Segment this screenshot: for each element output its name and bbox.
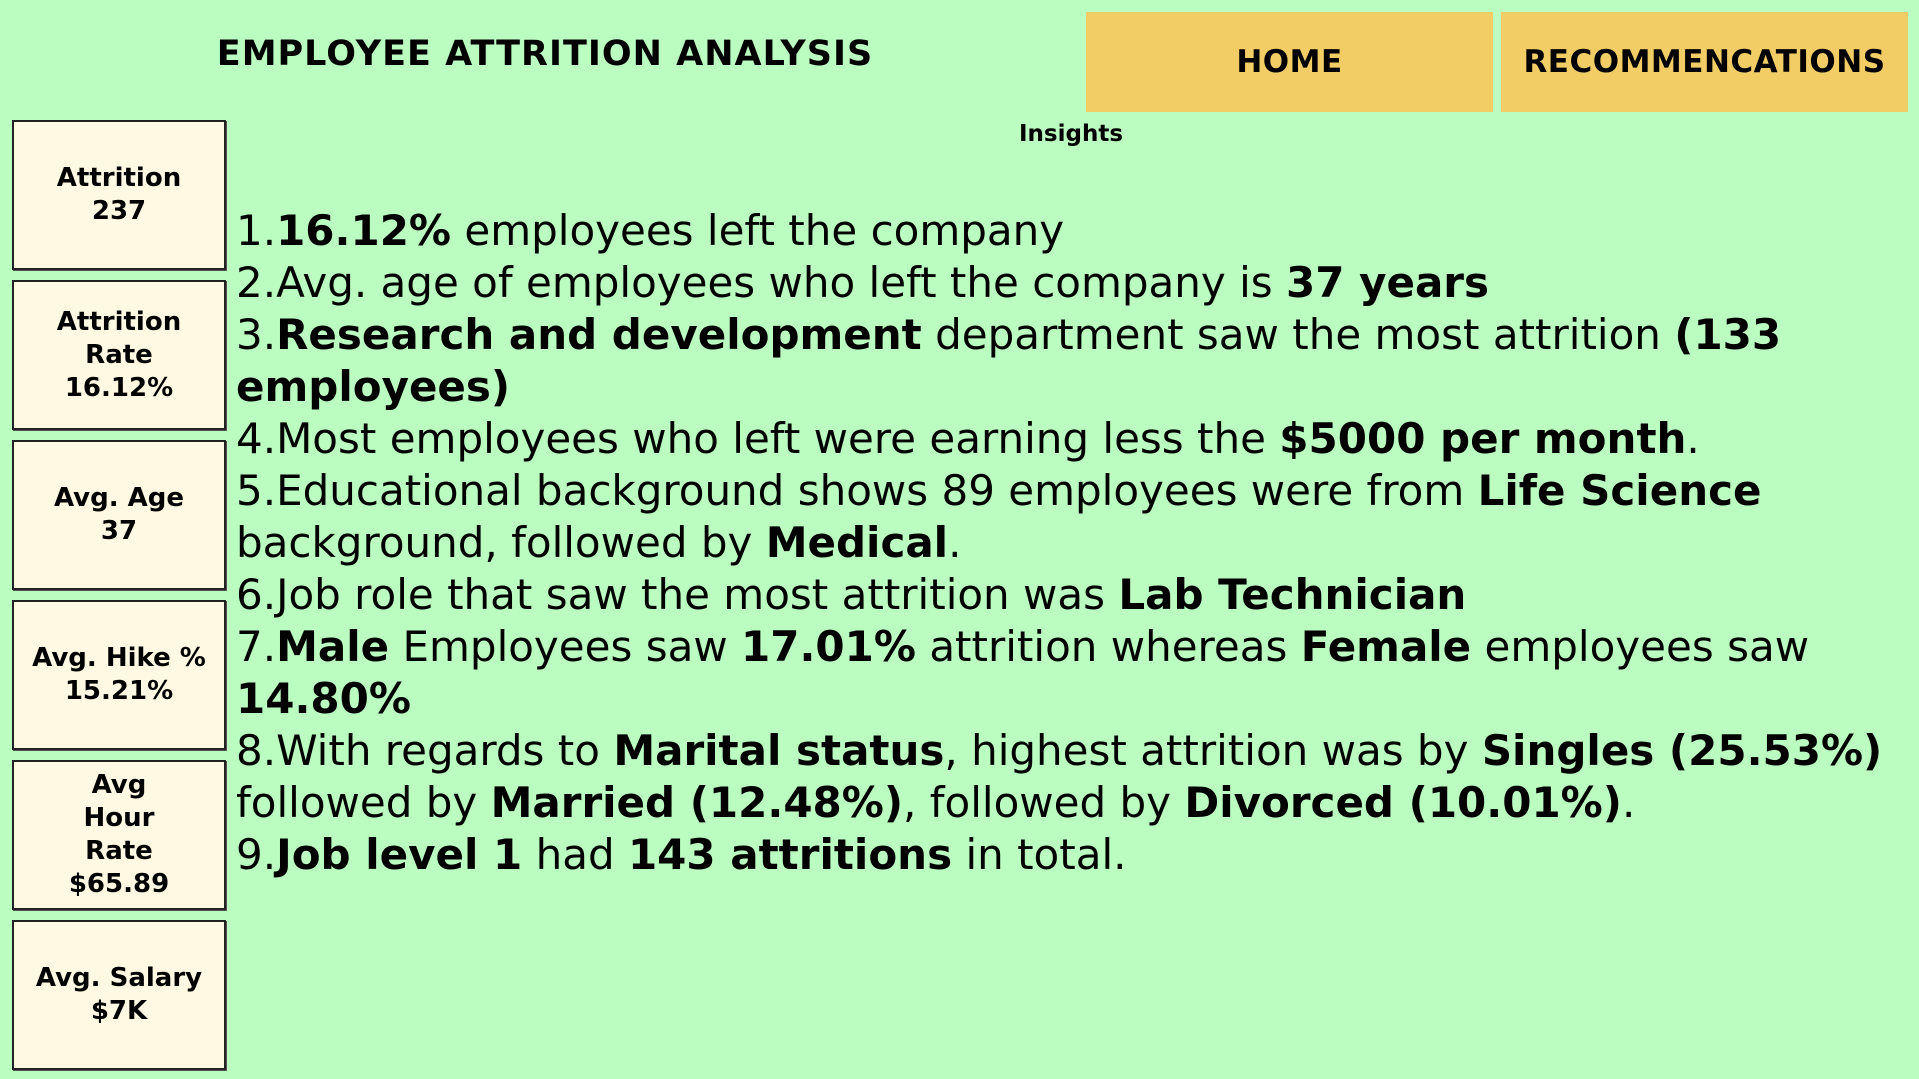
kpi-label: Avg Hour Rate bbox=[83, 770, 155, 866]
kpi-value: $65.89 bbox=[68, 869, 170, 899]
insight-text: employees saw bbox=[1471, 622, 1810, 671]
kpi-label: Attrition bbox=[56, 163, 182, 193]
kpi-card-avg-hike: Avg. Hike % 15.21% bbox=[12, 600, 226, 750]
insight-highlight: Singles (25.53%) bbox=[1481, 726, 1883, 775]
kpi-label: Avg. Salary bbox=[35, 963, 203, 993]
insight-highlight: 14.80% bbox=[236, 674, 411, 723]
insight-text: , followed by bbox=[903, 778, 1185, 827]
kpi-label: Avg. Hike % bbox=[32, 643, 206, 673]
insight-highlight: Divorced (10.01%) bbox=[1184, 778, 1622, 827]
insight-text: 1. bbox=[236, 206, 277, 255]
kpi-label: Attrition Rate bbox=[56, 306, 182, 370]
kpi-card-avg-hour-rate: Avg Hour Rate $65.89 bbox=[12, 760, 226, 910]
insight-item: 6.Job role that saw the most attrition w… bbox=[236, 569, 1896, 621]
insight-highlight: 17.01% bbox=[741, 622, 916, 671]
insight-highlight: 37 years bbox=[1286, 258, 1490, 307]
insight-highlight: Female bbox=[1300, 622, 1472, 671]
insight-text: . bbox=[1686, 414, 1700, 463]
insights-heading: Insights bbox=[1018, 121, 1124, 147]
insight-highlight: 16.12% bbox=[276, 206, 452, 255]
kpi-value: 237 bbox=[91, 196, 147, 226]
insight-text: 9. bbox=[236, 830, 277, 879]
kpi-value: $7K bbox=[90, 996, 148, 1026]
insight-highlight: $5000 per month bbox=[1279, 414, 1687, 463]
insight-text: . bbox=[1621, 778, 1636, 827]
insight-highlight: Male bbox=[276, 622, 390, 671]
insight-item: 4.Most employees who left were earning l… bbox=[236, 413, 1896, 465]
insight-text: , highest attrition was by bbox=[944, 726, 1482, 775]
insight-text: 5.Educational background shows 89 employ… bbox=[236, 466, 1478, 515]
insight-item: 8.With regards to Marital status, highes… bbox=[236, 725, 1896, 829]
insight-text: followed by bbox=[236, 778, 491, 827]
kpi-card-attrition: Attrition 237 bbox=[12, 120, 226, 270]
insight-item: 5.Educational background shows 89 employ… bbox=[236, 465, 1896, 569]
insight-text: . bbox=[948, 518, 962, 567]
insight-highlight: Married (12.48%) bbox=[490, 778, 904, 827]
insight-item: 7.Male Employees saw 17.01% attrition wh… bbox=[236, 621, 1896, 725]
insight-item: 1.16.12% employees left the company bbox=[236, 205, 1896, 257]
insight-item: 9.Job level 1 had 143 attritions in tota… bbox=[236, 829, 1896, 881]
kpi-card-avg-age: Avg. Age 37 bbox=[12, 440, 226, 590]
insight-text: attrition whereas bbox=[915, 622, 1301, 671]
insight-text: employees left the company bbox=[451, 206, 1065, 255]
insight-text: 6.Job role that saw the most attrition w… bbox=[236, 570, 1119, 619]
insight-highlight: Lab Technician bbox=[1118, 570, 1467, 619]
insight-highlight: Research and development bbox=[276, 310, 922, 359]
insight-text: 7. bbox=[236, 622, 277, 671]
insight-text: 2.Avg. age of employees who left the com… bbox=[236, 258, 1287, 307]
insight-text: department saw the most attrition bbox=[921, 310, 1675, 359]
insight-highlight: Life Science bbox=[1477, 466, 1762, 515]
insight-item: 3.Research and development department sa… bbox=[236, 309, 1896, 413]
insight-text: 4.Most employees who left were earning l… bbox=[236, 414, 1280, 463]
kpi-value: 16.12% bbox=[64, 372, 174, 403]
insight-highlight: Job level 1 bbox=[276, 830, 523, 879]
insight-text: in total. bbox=[952, 830, 1127, 879]
kpi-value: 15.21% bbox=[64, 676, 174, 706]
insight-text: had bbox=[522, 830, 628, 879]
insight-text: background, followed by bbox=[236, 518, 766, 567]
insight-text: Employees saw bbox=[389, 622, 742, 671]
recommendations-button[interactable]: RECOMMENCATIONS bbox=[1501, 12, 1908, 112]
kpi-value: 37 bbox=[100, 516, 138, 546]
kpi-label: Avg. Age bbox=[53, 483, 185, 513]
insight-highlight: Marital status bbox=[613, 726, 945, 775]
insight-highlight: Medical bbox=[765, 518, 949, 567]
insights-list: 1.16.12% employees left the company 2.Avg… bbox=[236, 205, 1896, 881]
kpi-card-avg-salary: Avg. Salary $7K bbox=[12, 920, 226, 1070]
page-title: EMPLOYEE ATTRITION ANALYSIS bbox=[216, 34, 874, 74]
insight-text: 3. bbox=[236, 310, 277, 359]
insight-text: 8.With regards to bbox=[236, 726, 614, 775]
insight-item: 2.Avg. age of employees who left the com… bbox=[236, 257, 1896, 309]
insight-highlight: 143 attritions bbox=[627, 830, 953, 879]
home-button[interactable]: HOME bbox=[1086, 12, 1493, 112]
kpi-card-attrition-rate: Attrition Rate 16.12% bbox=[12, 280, 226, 430]
